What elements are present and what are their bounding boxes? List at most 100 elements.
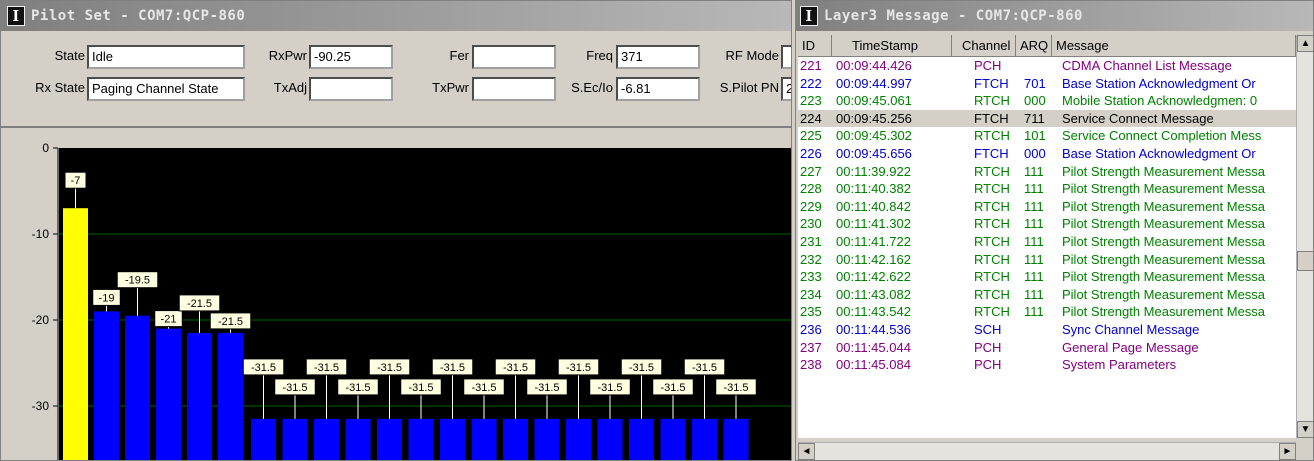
message-row[interactable]: 235 00:11:43.542 RTCH 111 Pilot Strength Mea… <box>798 303 1296 320</box>
col-header-channel[interactable]: Channel <box>952 35 1016 57</box>
data-label: -31.5 <box>314 362 339 374</box>
pilot-set-titlebar[interactable]: I Pilot Set - COM7:QCP-860 <box>1 1 791 31</box>
chart-bar <box>282 418 308 460</box>
s-pilot-pn-field[interactable]: 2 <box>781 77 791 101</box>
row-channel: RTCH <box>974 216 1010 232</box>
row-timestamp: 00:11:44.536 <box>836 322 911 337</box>
scroll-down-icon[interactable]: ▼ <box>1297 421 1313 438</box>
fer-field[interactable] <box>472 45 556 69</box>
row-channel: RTCH <box>974 181 1010 197</box>
txadj-label: TxAdj <box>273 80 307 95</box>
s-ecio-field[interactable]: -6.81 <box>616 77 700 101</box>
y-tick-label: -20 <box>32 313 50 327</box>
row-message: Pilot Strength Measurement Messa <box>1062 216 1266 232</box>
app-icon: I <box>7 6 25 26</box>
message-row[interactable]: 230 00:11:41.302 RTCH 111 Pilot Strength Mea… <box>798 215 1296 232</box>
row-message: Pilot Strength Measurement Messa <box>1062 304 1266 320</box>
rxpwr-label: RxPwr <box>268 48 307 63</box>
row-channel: PCH <box>974 357 1002 373</box>
message-row[interactable]: 226 00:09:45.656 FTCH 000 Base Station Ackno… <box>798 145 1296 162</box>
row-timestamp: 00:11:39.922 <box>836 163 911 179</box>
data-label: -31.5 <box>692 362 717 374</box>
row-timestamp: 00:09:44.426 <box>836 58 912 73</box>
row-arq: 111 <box>1024 269 1044 285</box>
row-id: 230 <box>800 216 822 232</box>
row-channel: RTCH <box>974 198 1010 214</box>
message-row[interactable]: 236 00:11:44.536 SCH Sync Channel Message <box>798 321 1296 338</box>
row-id: 225 <box>800 128 822 144</box>
chart-bar <box>440 418 465 460</box>
pilot-chart-area: 0 -10 -20 -30 -7 -19 -19.5 -21 -21.5 -21.5 -31.5 -3… <box>1 126 791 460</box>
message-list[interactable]: ID TimeStamp Channel ARQ Message 221 00:0… <box>798 35 1296 438</box>
row-message: Pilot Strength Measurement Messa <box>1062 163 1266 179</box>
message-row[interactable]: 232 00:11:42.162 RTCH 111 Pilot Strength Mea… <box>798 251 1296 268</box>
data-label: -31.5 <box>534 382 559 394</box>
data-label: -21 <box>161 314 177 326</box>
data-label: -31.5 <box>503 362 528 374</box>
row-arq: 111 <box>1024 198 1044 214</box>
txadj-field[interactable] <box>309 77 393 101</box>
rf-mode-field[interactable] <box>781 45 791 69</box>
chart-bar <box>125 315 150 460</box>
row-id: 234 <box>800 286 822 302</box>
freq-label: Freq <box>586 48 613 63</box>
message-row[interactable]: 225 00:09:45.302 RTCH 101 Service Connect Co… <box>798 127 1296 144</box>
message-row[interactable]: 234 00:11:43.082 RTCH 111 Pilot Strength Mea… <box>798 286 1296 303</box>
message-row[interactable]: 222 00:09:44.997 FTCH 701 Base Station Ackno… <box>798 75 1296 92</box>
col-header-arq[interactable]: ARQ <box>1016 35 1052 57</box>
row-channel: RTCH <box>974 251 1010 267</box>
state-field[interactable]: Idle <box>87 45 245 69</box>
row-channel: RTCH <box>974 269 1010 285</box>
rf-mode-label: RF Mode <box>725 48 779 63</box>
horizontal-scrollbar[interactable]: ◄ ► <box>798 442 1296 460</box>
chart-bar <box>408 418 434 460</box>
row-id: 226 <box>800 146 822 161</box>
row-id: 224 <box>800 110 822 126</box>
row-arq: 111 <box>1024 251 1044 267</box>
freq-field[interactable]: 371 <box>616 45 700 69</box>
scroll-up-icon[interactable]: ▲ <box>1297 35 1313 52</box>
row-channel: RTCH <box>974 234 1010 249</box>
message-row[interactable]: 224 00:09:45.256 FTCH 711 Service Connect Me… <box>798 109 1296 127</box>
chart-bar <box>692 418 717 460</box>
scroll-right-icon[interactable]: ► <box>1279 443 1296 460</box>
layer3-title: Layer3 Message - COM7:QCP-860 <box>824 8 1083 24</box>
col-header-id[interactable]: ID <box>798 35 832 57</box>
message-row[interactable]: 237 00:11:45.044 PCH General Page Message <box>798 339 1296 356</box>
message-row[interactable]: 221 00:09:44.426 PCH CDMA Channel List Mess… <box>798 57 1296 74</box>
row-timestamp: 00:11:40.842 <box>836 198 911 214</box>
rx-state-field[interactable]: Paging Channel State <box>87 77 245 101</box>
row-timestamp: 00:09:45.061 <box>836 93 912 109</box>
row-channel: FTCH <box>974 146 1009 161</box>
row-message: CDMA Channel List Message <box>1062 58 1232 73</box>
col-header-message[interactable]: Message <box>1052 35 1296 57</box>
col-header-timestamp[interactable]: TimeStamp <box>832 35 952 57</box>
rxpwr-field[interactable]: -90.25 <box>309 45 393 69</box>
layer3-titlebar[interactable]: I Layer3 Message - COM7:QCP-860 <box>796 1 1313 31</box>
fer-label: Fer <box>449 48 470 63</box>
scroll-thumb[interactable] <box>1297 251 1313 271</box>
message-row[interactable]: 229 00:11:40.842 RTCH 111 Pilot Strength Mea… <box>798 198 1296 215</box>
scroll-left-icon[interactable]: ◄ <box>798 443 815 460</box>
message-row[interactable]: 233 00:11:42.622 RTCH 111 Pilot Strength Mea… <box>798 268 1296 285</box>
message-row[interactable]: 227 00:11:39.922 RTCH 111 Pilot Strength Mea… <box>798 163 1296 180</box>
message-row[interactable]: 231 00:11:41.722 RTCH 111 Pilot Strength Mea… <box>798 233 1296 250</box>
message-row[interactable]: 223 00:09:45.061 RTCH 000 Mobile Station Ack… <box>798 92 1296 109</box>
message-row[interactable]: 238 00:11:45.084 PCH System Parameters <box>798 356 1296 373</box>
chart-bar <box>471 418 497 460</box>
row-id: 231 <box>800 234 822 249</box>
row-id: 229 <box>800 198 822 214</box>
txpwr-field[interactable] <box>472 77 556 101</box>
vertical-scrollbar[interactable]: ▲ ▼ <box>1296 35 1313 438</box>
s-ecio-label: S.Ec/Io <box>571 80 613 95</box>
chart-bar <box>156 328 181 460</box>
row-channel: RTCH <box>974 286 1010 302</box>
row-timestamp: 00:09:45.302 <box>836 128 912 144</box>
chart-bar <box>187 332 212 460</box>
message-row[interactable]: 228 00:11:40.382 RTCH 111 Pilot Strength Mea… <box>798 180 1296 197</box>
row-timestamp: 00:11:43.082 <box>836 286 911 302</box>
chart-bar <box>597 418 623 460</box>
chart-bar <box>63 208 88 460</box>
row-id: 238 <box>800 357 822 373</box>
row-message: Mobile Station Acknowledgmen: 0 <box>1062 93 1258 109</box>
